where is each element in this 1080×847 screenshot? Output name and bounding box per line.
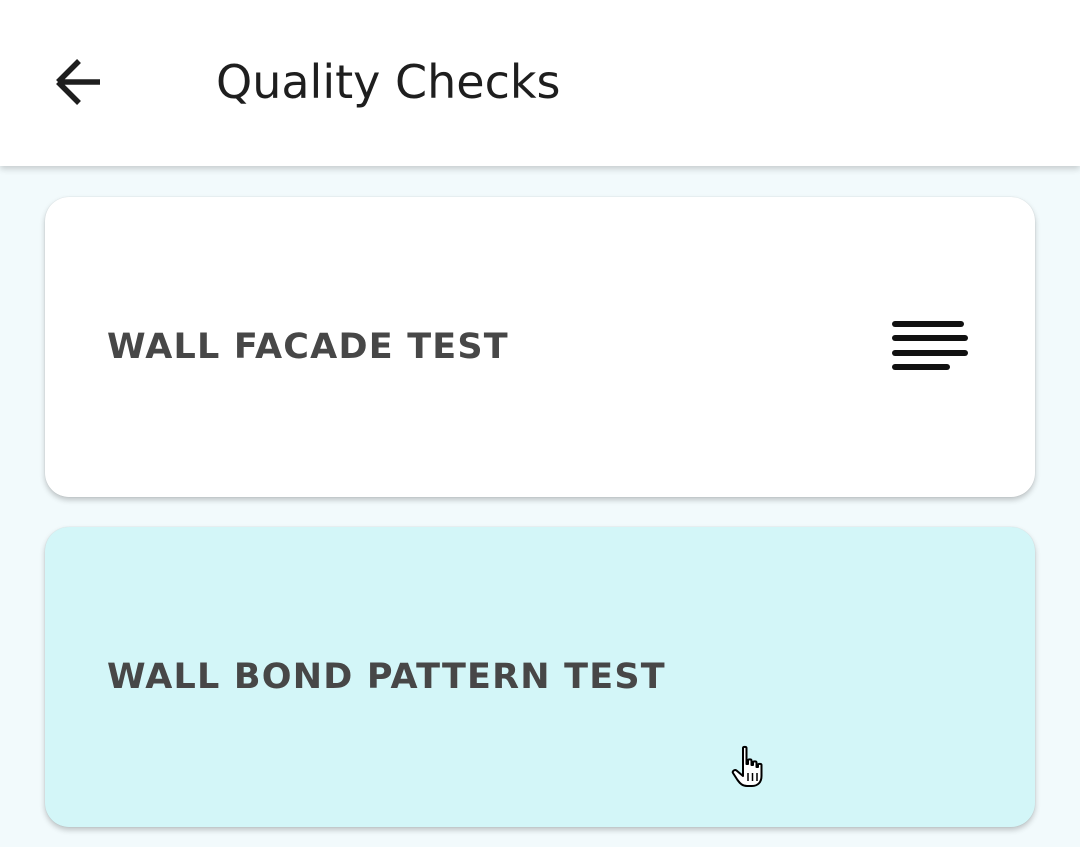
quality-check-card-wall-bond-pattern[interactable]: WALL BOND PATTERN TEST xyxy=(45,527,1035,827)
back-button[interactable] xyxy=(40,44,116,120)
page-title: Quality Checks xyxy=(216,55,561,109)
quality-check-label: WALL FACADE TEST xyxy=(107,327,509,367)
hand-pointer-cursor-icon xyxy=(731,745,763,787)
quality-check-card-wall-facade[interactable]: WALL FACADE TEST xyxy=(45,197,1035,497)
app-bar: Quality Checks xyxy=(0,0,1080,166)
arrow-left-icon xyxy=(56,59,100,105)
quality-check-label: WALL BOND PATTERN TEST xyxy=(107,657,666,697)
quality-checks-list: WALL FACADE TEST WALL BOND PATTERN TEST xyxy=(0,166,1080,847)
align-left-lines-icon[interactable] xyxy=(891,317,971,377)
